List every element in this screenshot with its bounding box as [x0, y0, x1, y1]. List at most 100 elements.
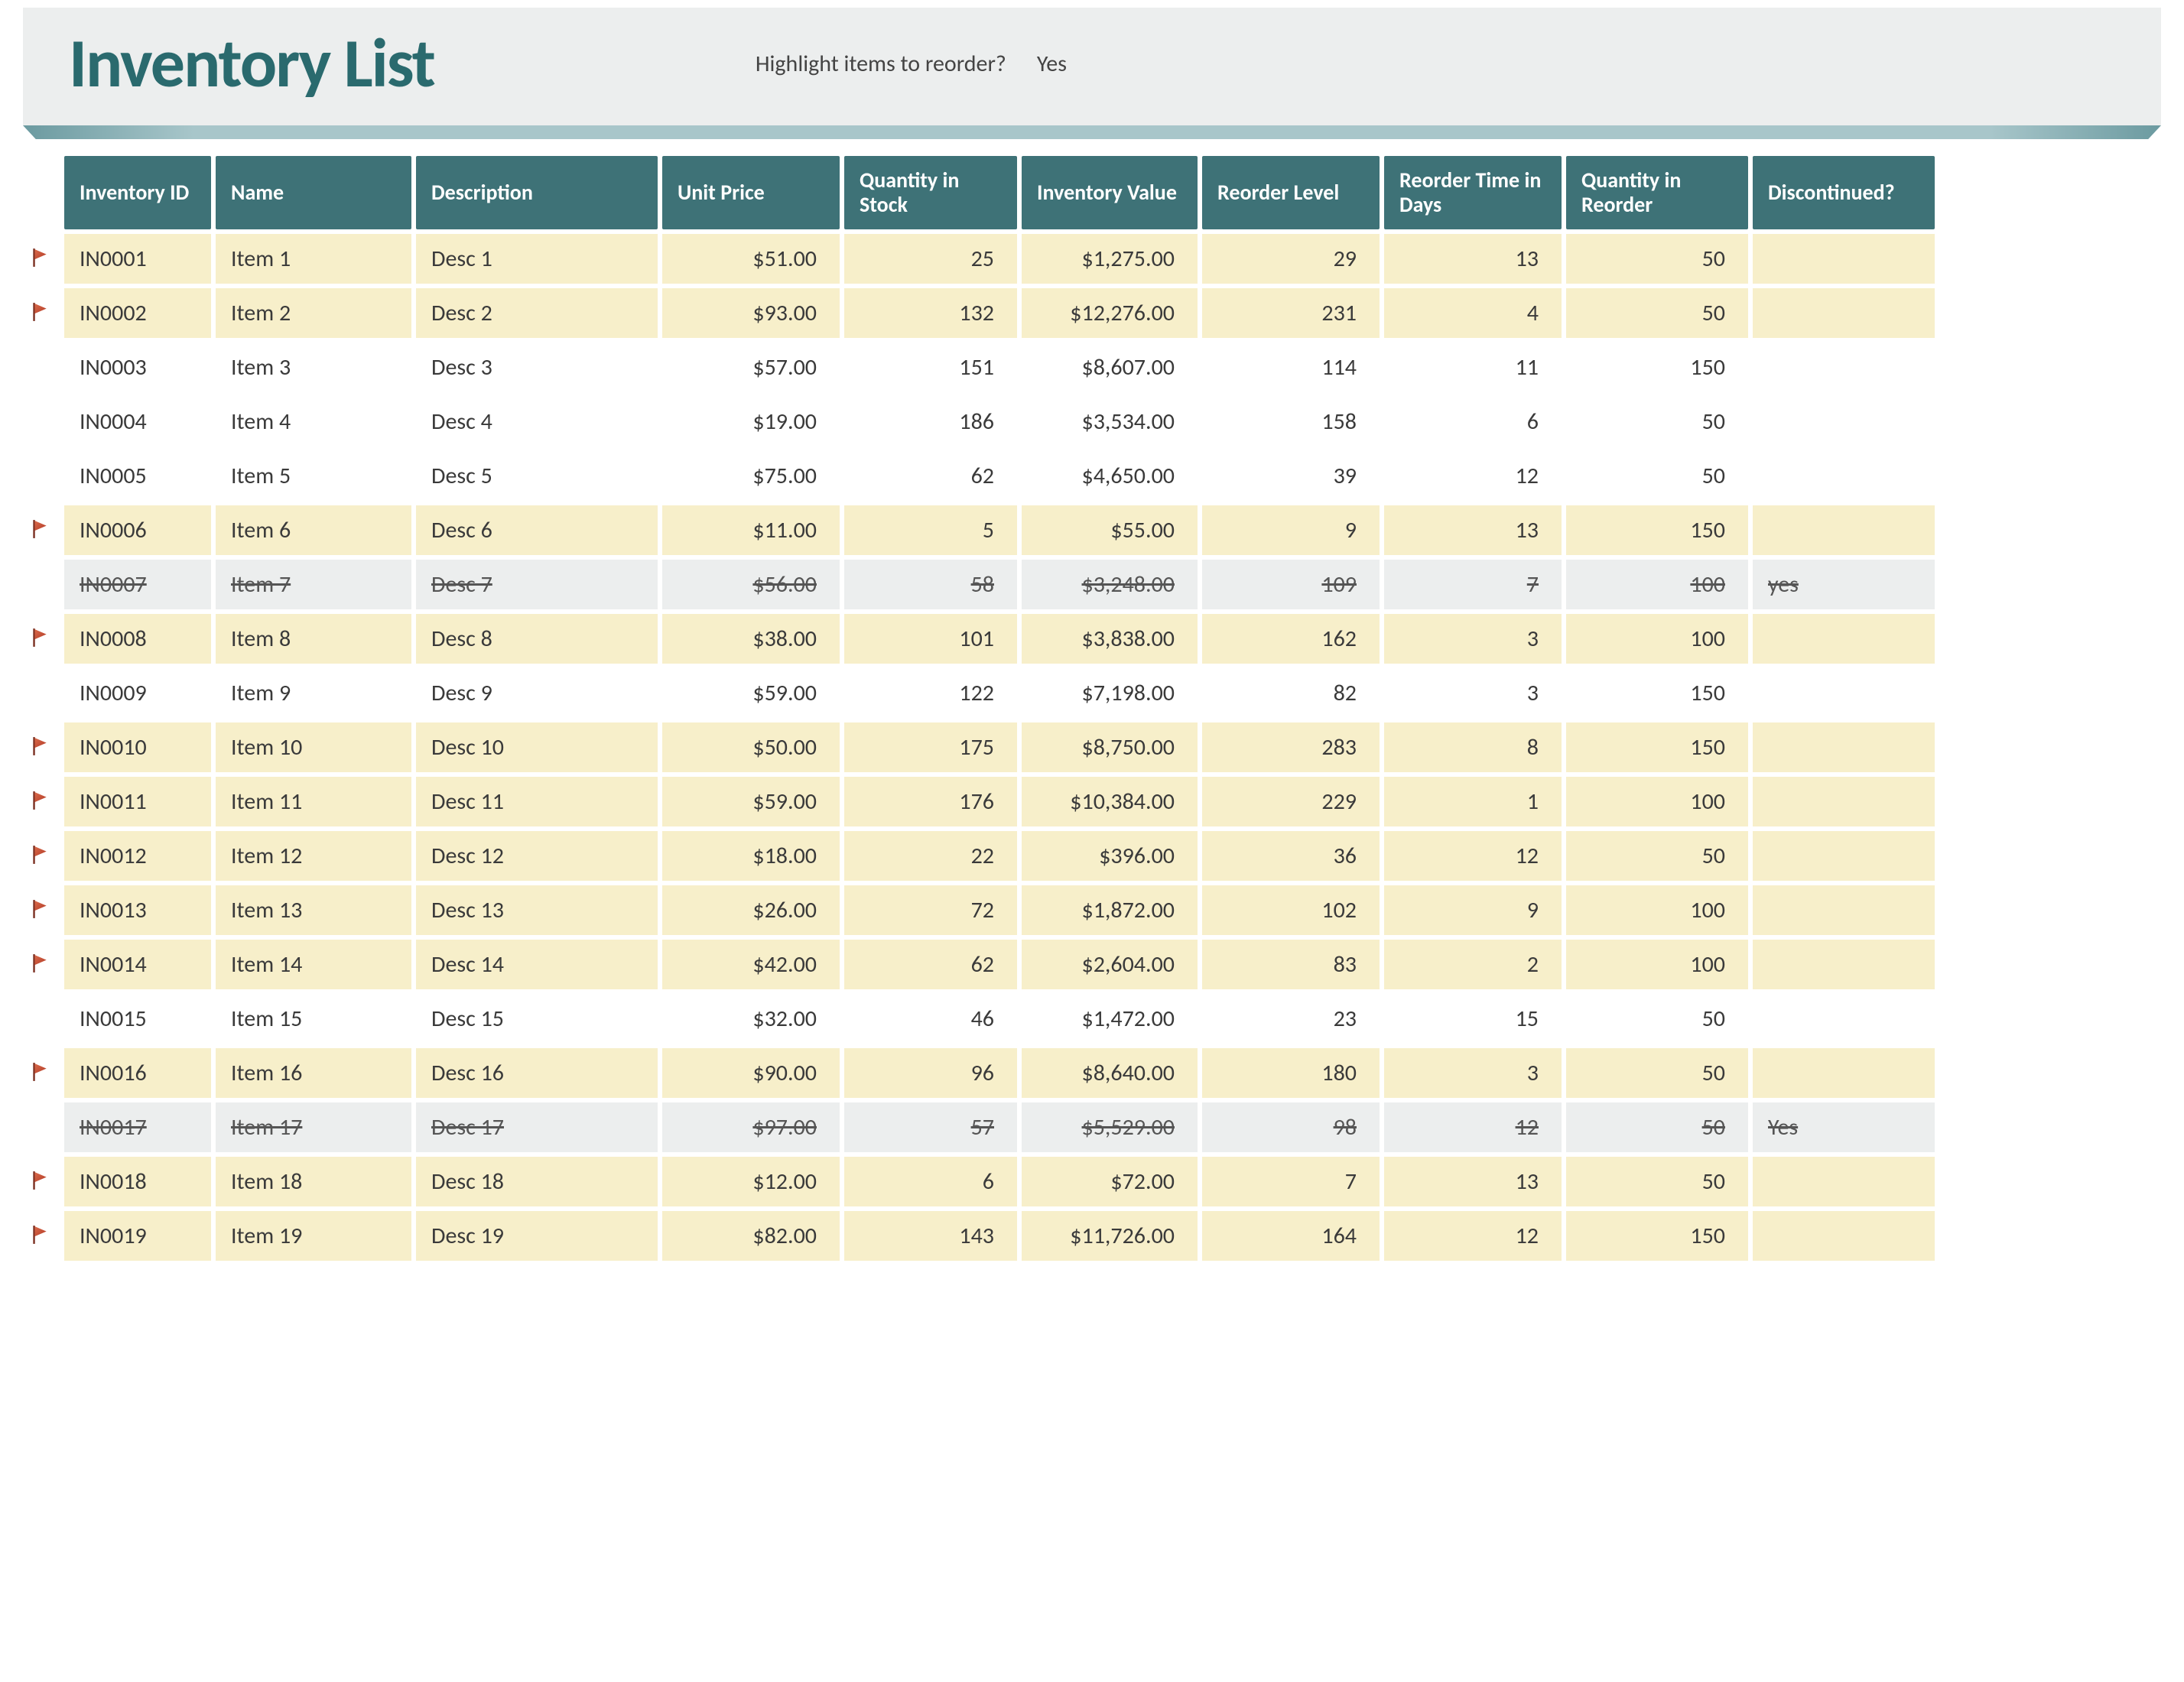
cell-disc[interactable] — [1753, 1157, 1935, 1206]
cell-disc[interactable] — [1753, 1048, 1935, 1098]
cell-desc[interactable]: Desc 13 — [416, 885, 658, 935]
cell-desc[interactable]: Desc 15 — [416, 994, 658, 1044]
cell-price[interactable]: $38.00 — [662, 614, 840, 664]
cell-desc[interactable]: Desc 10 — [416, 722, 658, 772]
cell-price[interactable]: $42.00 — [662, 940, 840, 989]
cell-name[interactable]: Item 6 — [216, 505, 411, 555]
cell-reorder-days[interactable]: 4 — [1384, 288, 1562, 338]
cell-reorder-level[interactable]: 23 — [1202, 994, 1380, 1044]
cell-reorder-days[interactable]: 3 — [1384, 1048, 1562, 1098]
cell-stock[interactable]: 143 — [844, 1211, 1017, 1261]
cell-reorder-qty[interactable]: 100 — [1566, 885, 1748, 935]
cell-value[interactable]: $1,872.00 — [1022, 885, 1198, 935]
cell-id[interactable]: IN0019 — [64, 1211, 211, 1261]
cell-desc[interactable]: Desc 14 — [416, 940, 658, 989]
cell-value[interactable]: $396.00 — [1022, 831, 1198, 881]
cell-id[interactable]: IN0001 — [64, 234, 211, 284]
cell-price[interactable]: $50.00 — [662, 722, 840, 772]
cell-id[interactable]: IN0010 — [64, 722, 211, 772]
cell-name[interactable]: Item 4 — [216, 397, 411, 446]
cell-price[interactable]: $97.00 — [662, 1102, 840, 1152]
cell-stock[interactable]: 96 — [844, 1048, 1017, 1098]
cell-disc[interactable]: yes — [1753, 560, 1935, 609]
cell-stock[interactable]: 132 — [844, 288, 1017, 338]
cell-reorder-level[interactable]: 114 — [1202, 343, 1380, 392]
cell-reorder-days[interactable]: 3 — [1384, 614, 1562, 664]
cell-stock[interactable]: 72 — [844, 885, 1017, 935]
cell-reorder-days[interactable]: 12 — [1384, 451, 1562, 501]
cell-value[interactable]: $55.00 — [1022, 505, 1198, 555]
cell-price[interactable]: $59.00 — [662, 777, 840, 826]
cell-stock[interactable]: 25 — [844, 234, 1017, 284]
cell-disc[interactable] — [1753, 343, 1935, 392]
cell-value[interactable]: $72.00 — [1022, 1157, 1198, 1206]
cell-name[interactable]: Item 13 — [216, 885, 411, 935]
cell-price[interactable]: $90.00 — [662, 1048, 840, 1098]
cell-reorder-qty[interactable]: 50 — [1566, 831, 1748, 881]
cell-value[interactable]: $3,534.00 — [1022, 397, 1198, 446]
cell-id[interactable]: IN0005 — [64, 451, 211, 501]
cell-reorder-qty[interactable]: 100 — [1566, 777, 1748, 826]
cell-reorder-days[interactable]: 11 — [1384, 343, 1562, 392]
cell-value[interactable]: $10,384.00 — [1022, 777, 1198, 826]
cell-stock[interactable]: 186 — [844, 397, 1017, 446]
cell-disc[interactable] — [1753, 614, 1935, 664]
cell-price[interactable]: $26.00 — [662, 885, 840, 935]
cell-name[interactable]: Item 16 — [216, 1048, 411, 1098]
cell-stock[interactable]: 122 — [844, 668, 1017, 718]
cell-disc[interactable] — [1753, 1211, 1935, 1261]
cell-reorder-level[interactable]: 98 — [1202, 1102, 1380, 1152]
cell-id[interactable]: IN0018 — [64, 1157, 211, 1206]
cell-stock[interactable]: 6 — [844, 1157, 1017, 1206]
cell-reorder-level[interactable]: 29 — [1202, 234, 1380, 284]
cell-name[interactable]: Item 8 — [216, 614, 411, 664]
cell-id[interactable]: IN0012 — [64, 831, 211, 881]
cell-reorder-level[interactable]: 231 — [1202, 288, 1380, 338]
cell-reorder-qty[interactable]: 50 — [1566, 451, 1748, 501]
cell-reorder-days[interactable]: 13 — [1384, 234, 1562, 284]
cell-reorder-days[interactable]: 9 — [1384, 885, 1562, 935]
cell-value[interactable]: $8,640.00 — [1022, 1048, 1198, 1098]
column-header-reorder-qty[interactable]: Quantity in Reorder — [1566, 156, 1748, 229]
cell-value[interactable]: $4,650.00 — [1022, 451, 1198, 501]
cell-reorder-level[interactable]: 102 — [1202, 885, 1380, 935]
cell-reorder-days[interactable]: 15 — [1384, 994, 1562, 1044]
cell-reorder-level[interactable]: 180 — [1202, 1048, 1380, 1098]
cell-reorder-days[interactable]: 3 — [1384, 668, 1562, 718]
cell-name[interactable]: Item 15 — [216, 994, 411, 1044]
cell-reorder-level[interactable]: 109 — [1202, 560, 1380, 609]
cell-name[interactable]: Item 9 — [216, 668, 411, 718]
cell-id[interactable]: IN0002 — [64, 288, 211, 338]
cell-stock[interactable]: 58 — [844, 560, 1017, 609]
cell-price[interactable]: $57.00 — [662, 343, 840, 392]
cell-price[interactable]: $59.00 — [662, 668, 840, 718]
cell-reorder-qty[interactable]: 100 — [1566, 614, 1748, 664]
cell-disc[interactable] — [1753, 994, 1935, 1044]
cell-reorder-days[interactable]: 6 — [1384, 397, 1562, 446]
cell-reorder-days[interactable]: 7 — [1384, 560, 1562, 609]
cell-name[interactable]: Item 3 — [216, 343, 411, 392]
cell-disc[interactable] — [1753, 234, 1935, 284]
cell-reorder-qty[interactable]: 50 — [1566, 234, 1748, 284]
cell-value[interactable]: $8,750.00 — [1022, 722, 1198, 772]
cell-desc[interactable]: Desc 9 — [416, 668, 658, 718]
column-header-discontinued[interactable]: Discontinued? — [1753, 156, 1935, 229]
column-header-id[interactable]: Inventory ID — [64, 156, 211, 229]
cell-name[interactable]: Item 5 — [216, 451, 411, 501]
cell-disc[interactable] — [1753, 451, 1935, 501]
cell-reorder-qty[interactable]: 150 — [1566, 668, 1748, 718]
cell-name[interactable]: Item 2 — [216, 288, 411, 338]
cell-desc[interactable]: Desc 11 — [416, 777, 658, 826]
cell-desc[interactable]: Desc 8 — [416, 614, 658, 664]
cell-value[interactable]: $3,248.00 — [1022, 560, 1198, 609]
cell-reorder-qty[interactable]: 50 — [1566, 1048, 1748, 1098]
cell-name[interactable]: Item 1 — [216, 234, 411, 284]
cell-desc[interactable]: Desc 12 — [416, 831, 658, 881]
cell-value[interactable]: $2,604.00 — [1022, 940, 1198, 989]
cell-reorder-days[interactable]: 13 — [1384, 1157, 1562, 1206]
cell-price[interactable]: $56.00 — [662, 560, 840, 609]
cell-reorder-qty[interactable]: 150 — [1566, 722, 1748, 772]
cell-name[interactable]: Item 18 — [216, 1157, 411, 1206]
cell-name[interactable]: Item 12 — [216, 831, 411, 881]
cell-stock[interactable]: 176 — [844, 777, 1017, 826]
